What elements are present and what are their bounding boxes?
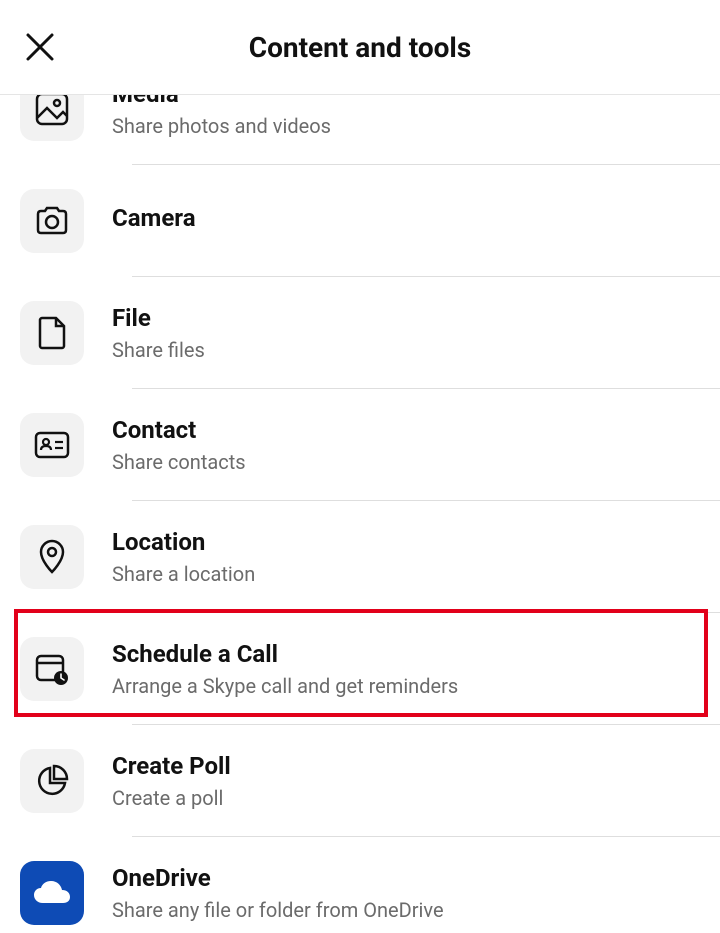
content-list: Media Share photos and videos Camera — [0, 95, 720, 933]
list-item-text: Contact Share contacts — [112, 394, 700, 496]
close-icon — [25, 32, 55, 62]
list-item-contact[interactable]: Contact Share contacts — [0, 389, 720, 501]
list-item-subtitle: Share photos and videos — [112, 114, 700, 138]
cloud-icon — [20, 861, 84, 925]
location-pin-icon — [20, 525, 84, 589]
file-icon — [20, 301, 84, 365]
close-button[interactable] — [20, 27, 60, 67]
list-item-title: OneDrive — [112, 864, 700, 892]
list-item-onedrive[interactable]: OneDrive Share any file or folder from O… — [0, 837, 720, 933]
list-item-subtitle: Arrange a Skype call and get reminders — [112, 674, 700, 698]
list-item-text: File Share files — [112, 282, 700, 384]
list-item-subtitle: Share any file or folder from OneDrive — [112, 898, 700, 922]
list-item-title: Camera — [112, 204, 700, 232]
list-item-subtitle: Create a poll — [112, 786, 700, 810]
list-item-media[interactable]: Media Share photos and videos — [0, 95, 720, 165]
contact-card-icon — [20, 413, 84, 477]
list-item-text: Media Share photos and videos — [112, 95, 700, 160]
header: Content and tools — [0, 0, 720, 95]
list-item-title: Schedule a Call — [112, 640, 700, 668]
image-icon — [20, 95, 84, 141]
page-title: Content and tools — [20, 31, 700, 64]
list-item-camera[interactable]: Camera — [0, 165, 720, 277]
list-item-text: Create Poll Create a poll — [112, 730, 700, 832]
list-item-schedule-call[interactable]: Schedule a Call Arrange a Skype call and… — [0, 613, 720, 725]
list-item-subtitle: Share contacts — [112, 450, 700, 474]
list-item-text: Camera — [112, 182, 700, 260]
list-item-subtitle: Share a location — [112, 562, 700, 586]
camera-icon — [20, 189, 84, 253]
list-item-text: OneDrive Share any file or folder from O… — [112, 842, 700, 933]
list-item-location[interactable]: Location Share a location — [0, 501, 720, 613]
list-item-text: Location Share a location — [112, 506, 700, 608]
pie-chart-icon — [20, 749, 84, 813]
list-item-text: Schedule a Call Arrange a Skype call and… — [112, 618, 700, 720]
list-item-create-poll[interactable]: Create Poll Create a poll — [0, 725, 720, 837]
list-item-title: Location — [112, 528, 700, 556]
calendar-clock-icon — [20, 637, 84, 701]
list-item-title: File — [112, 304, 700, 332]
list-item-file[interactable]: File Share files — [0, 277, 720, 389]
list-item-title: Contact — [112, 416, 700, 444]
list-item-subtitle: Share files — [112, 338, 700, 362]
list-item-title: Create Poll — [112, 752, 700, 780]
list-item-title: Media — [112, 95, 700, 108]
